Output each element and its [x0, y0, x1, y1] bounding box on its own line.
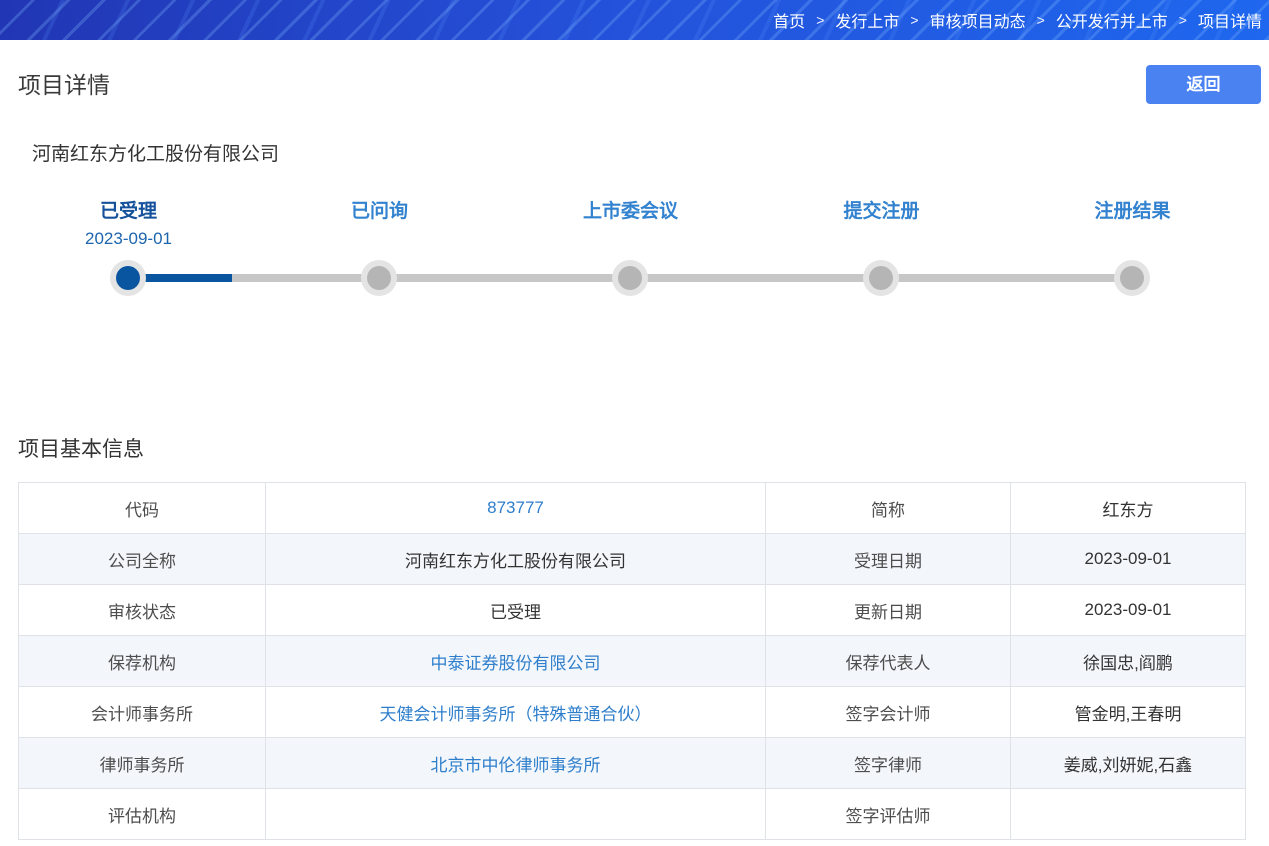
step-accepted: 已受理 2023-09-01 — [3, 196, 254, 251]
step-dot-inquired — [367, 266, 391, 290]
label-review-status: 审核状态 — [18, 584, 266, 636]
step-dot-submit-registration — [869, 266, 893, 290]
step-date — [505, 229, 756, 251]
label-short-name: 简称 — [765, 482, 1011, 534]
value-signing-valuator — [1010, 788, 1246, 840]
step-submit-registration: 提交注册 — [756, 196, 1007, 251]
title-row: 项目详情 返回 — [18, 65, 1261, 105]
step-label: 注册结果 — [1094, 201, 1171, 222]
value-signing-accountant: 管金明,王春明 — [1010, 686, 1246, 738]
review-status-stepper: 已受理 2023-09-01 已问询 上市委会议 提交注册 注册结果 — [0, 196, 1269, 326]
breadcrumb-separator: > — [816, 12, 825, 28]
stepper-track-progress — [128, 274, 232, 282]
value-short-name: 红东方 — [1010, 482, 1246, 534]
table-row: 代码 873777 简称 红东方 — [18, 482, 1246, 534]
section-title-basic-info: 项目基本信息 — [18, 438, 144, 461]
company-name: 河南红东方化工股份有限公司 — [32, 144, 280, 165]
step-date — [756, 229, 1007, 251]
value-code-link[interactable]: 873777 — [265, 482, 766, 534]
back-button[interactable]: 返回 — [1146, 65, 1261, 104]
step-registration-result: 注册结果 — [1007, 196, 1258, 251]
step-inquired: 已问询 — [254, 196, 505, 251]
table-row: 审核状态 已受理 更新日期 2023-09-01 — [18, 584, 1246, 636]
step-dot-registration-result — [1120, 266, 1144, 290]
label-sponsor-representative: 保荐代表人 — [765, 635, 1011, 687]
breadcrumb-separator: > — [1178, 12, 1187, 28]
step-dot-listing-committee — [618, 266, 642, 290]
table-row: 会计师事务所 天健会计师事务所（特殊普通合伙） 签字会计师 管金明,王春明 — [18, 686, 1246, 738]
value-update-date: 2023-09-01 — [1010, 584, 1246, 636]
label-signing-lawyer: 签字律师 — [765, 737, 1011, 789]
breadcrumb-issuance-listing[interactable]: 发行上市 — [835, 8, 899, 32]
step-listing-committee: 上市委会议 — [505, 196, 756, 251]
label-law-firm: 律师事务所 — [18, 737, 266, 789]
step-dot-accepted — [116, 266, 140, 290]
value-acceptance-date: 2023-09-01 — [1010, 533, 1246, 585]
step-label: 已问询 — [350, 201, 408, 222]
step-date — [1007, 229, 1258, 251]
value-accounting-firm-link[interactable]: 天健会计师事务所（特殊普通合伙） — [265, 686, 766, 738]
breadcrumb-review-project-dynamics[interactable]: 审核项目动态 — [930, 8, 1026, 32]
value-law-firm-link[interactable]: 北京市中伦律师事务所 — [265, 737, 766, 789]
label-code: 代码 — [18, 482, 266, 534]
breadcrumb-home[interactable]: 首页 — [773, 8, 805, 32]
main-content: 项目详情 返回 河南红东方化工股份有限公司 已受理 2023-09-01 已问询… — [0, 65, 1269, 840]
project-basic-info-table: 代码 873777 简称 红东方 公司全称 河南红东方化工股份有限公司 受理日期… — [18, 482, 1246, 840]
label-valuation-agency: 评估机构 — [18, 788, 266, 840]
breadcrumb-public-offering-listing[interactable]: 公开发行并上市 — [1056, 8, 1168, 32]
breadcrumb: 首页 > 发行上市 > 审核项目动态 > 公开发行并上市 > 项目详情 — [773, 8, 1262, 32]
page-title: 项目详情 — [18, 72, 110, 98]
value-signing-lawyer: 姜威,刘妍妮,石鑫 — [1010, 737, 1246, 789]
step-date — [254, 229, 505, 251]
label-acceptance-date: 受理日期 — [765, 533, 1011, 585]
step-label: 已受理 — [99, 201, 157, 222]
label-signing-valuator: 签字评估师 — [765, 788, 1011, 840]
value-company-full-name: 河南红东方化工股份有限公司 — [265, 533, 766, 585]
table-row: 保荐机构 中泰证券股份有限公司 保荐代表人 徐国忠,阎鹏 — [18, 635, 1246, 687]
table-row: 公司全称 河南红东方化工股份有限公司 受理日期 2023-09-01 — [18, 533, 1246, 585]
label-update-date: 更新日期 — [765, 584, 1011, 636]
label-company-full-name: 公司全称 — [18, 533, 266, 585]
step-date: 2023-09-01 — [85, 229, 172, 248]
value-sponsor-institution-link[interactable]: 中泰证券股份有限公司 — [265, 635, 766, 687]
label-sponsor-institution: 保荐机构 — [18, 635, 266, 687]
value-valuation-agency — [265, 788, 766, 840]
table-row: 律师事务所 北京市中伦律师事务所 签字律师 姜威,刘妍妮,石鑫 — [18, 737, 1246, 789]
breadcrumb-separator: > — [1036, 12, 1045, 28]
breadcrumb-project-detail-current: 项目详情 — [1197, 14, 1262, 31]
table-row: 评估机构 签字评估师 — [18, 788, 1246, 840]
breadcrumb-separator: > — [910, 12, 919, 28]
step-label: 提交注册 — [843, 201, 920, 222]
header-banner: 首页 > 发行上市 > 审核项目动态 > 公开发行并上市 > 项目详情 — [0, 0, 1269, 40]
label-accounting-firm: 会计师事务所 — [18, 686, 266, 738]
value-sponsor-representative: 徐国忠,阎鹏 — [1010, 635, 1246, 687]
label-signing-accountant: 签字会计师 — [765, 686, 1011, 738]
value-review-status: 已受理 — [265, 584, 766, 636]
step-label: 上市委会议 — [582, 201, 678, 222]
